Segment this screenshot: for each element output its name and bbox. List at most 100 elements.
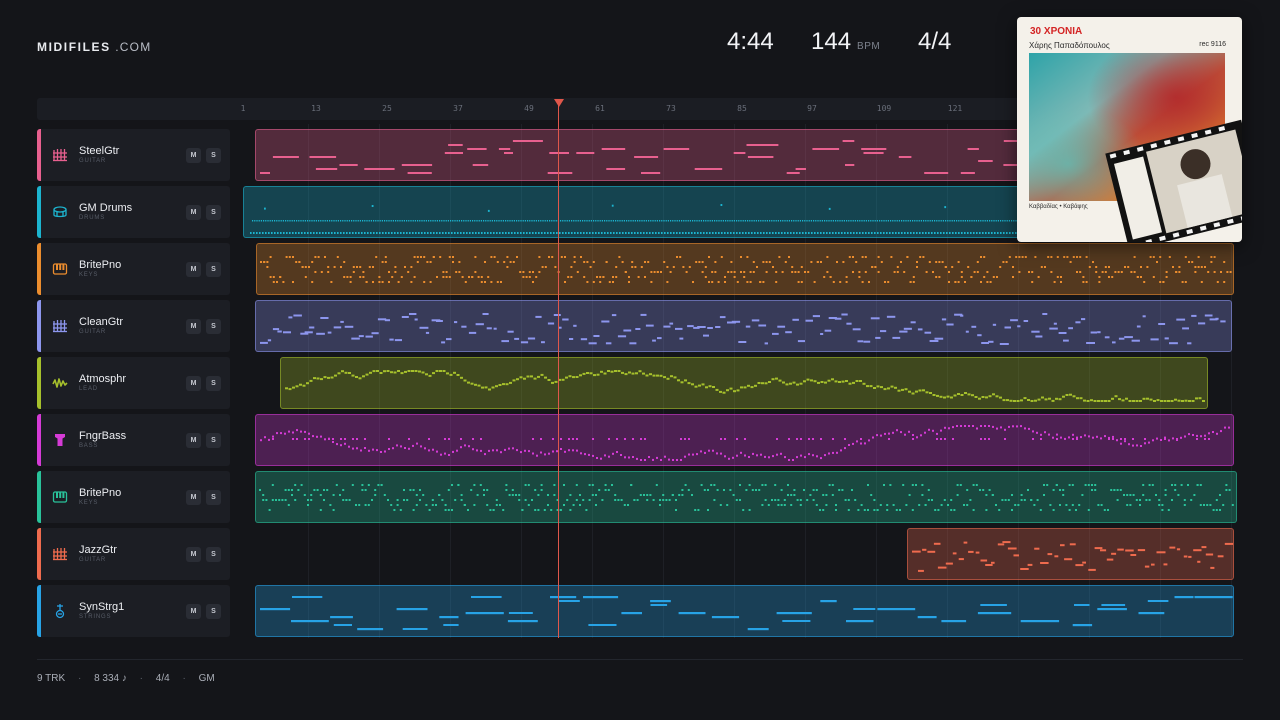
tempo-display: 144 BPM [811,28,880,56]
note-count: 8 334 ♪ [94,673,127,684]
mute-button[interactable]: M [186,148,201,163]
track-name: FngrBass [79,430,127,442]
solo-button[interactable]: S [206,490,221,505]
ruler-tick: 25 [382,104,392,113]
piano-keys-icon [52,489,68,505]
track-color-stripe [37,357,41,409]
drum-icon [52,204,68,220]
track-name: GM Drums [79,202,133,214]
track-header[interactable]: BritePno KEYS M S [37,243,230,295]
solo-button[interactable]: S [206,547,221,562]
track-name: Atmosphr [79,373,127,385]
guitar-grid-icon [52,318,68,334]
solo-button[interactable]: S [206,148,221,163]
ruler-tick: 85 [737,104,747,113]
footer-separator: · [139,673,144,684]
track-category: GUITAR [79,329,107,335]
mute-button[interactable]: M [186,604,201,619]
track-category: DRUMS [79,215,105,221]
mute-button[interactable]: M [186,319,201,334]
clip-notes [260,256,1232,283]
piano-keys-icon [52,261,68,277]
track-name: SteelGtr [79,145,120,157]
track-category: KEYS [79,500,99,506]
album-cover: 30 ΧΡΟΝΙΑ Χάρης Παπαδόπουλος rec 9116 Κα… [1017,17,1242,242]
solo-button[interactable]: S [206,376,221,391]
track-category: BASS [79,443,99,449]
mute-button[interactable]: M [186,490,201,505]
solo-button[interactable]: S [206,319,221,334]
mute-button[interactable]: M [186,376,201,391]
track-header[interactable]: BritePno KEYS M S [37,471,230,523]
brand-suffix: .COM [110,40,152,54]
mute-button[interactable]: M [186,205,201,220]
album-credits: Καββαδίας • Καβάφης [1029,204,1088,210]
track-color-stripe [37,471,41,523]
clip-notes [260,425,1230,461]
mute-button[interactable]: M [186,433,201,448]
midi-clip[interactable] [280,357,1208,409]
solo-button[interactable]: S [206,205,221,220]
track-category: STRINGS [79,614,112,620]
track-color-stripe [37,186,41,238]
ruler-tick: 73 [666,104,676,113]
album-catalog: rec 9116 [1199,41,1226,48]
track-color-stripe [37,129,41,181]
track-name: SynStrg1 [79,601,125,613]
midi-clip[interactable] [255,300,1232,352]
ruler-tick: 13 [311,104,321,113]
timeline-ruler[interactable]: 1 13 25 37 49 61 73 85 97 109 121 [37,98,1043,120]
playhead[interactable] [558,104,559,638]
guitar-grid-icon [52,147,68,163]
track-category: GUITAR [79,557,107,563]
waveform-icon [52,375,68,391]
status-footer: 9 TRK · 8 334 ♪ · 4/4 · GM [37,673,225,684]
song-duration: 4:44 [727,28,774,55]
ruler-tick: 37 [453,104,463,113]
midi-clip[interactable] [255,414,1234,466]
track-color-stripe [37,243,41,295]
midi-clip[interactable] [255,585,1234,637]
track-name: BritePno [79,487,122,499]
album-title: 30 ΧΡΟΝΙΑ [1030,26,1083,37]
track-header[interactable]: GM Drums DRUMS M S [37,186,230,238]
track-color-stripe [37,585,41,637]
track-header[interactable]: CleanGtr GUITAR M S [37,300,230,352]
midi-standard: GM [198,673,215,684]
footer-divider [37,659,1243,660]
footer-separator: · [182,673,186,684]
track-name: CleanGtr [79,316,124,328]
track-header[interactable]: JazzGtr GUITAR M S [37,528,230,580]
mute-button[interactable]: M [186,262,201,277]
clip-notes [285,370,1205,402]
playhead-handle[interactable] [554,99,564,107]
ruler-tick: 61 [595,104,605,113]
bass-icon [52,432,68,448]
ruler-tick: 1 [240,104,246,113]
track-header[interactable]: SynStrg1 STRINGS M S [37,585,230,637]
track-header[interactable]: Atmosphr LEAD M S [37,357,230,409]
track-header[interactable]: SteelGtr GUITAR M S [37,129,230,181]
clip-notes [260,596,1233,631]
clip-notes [260,313,1226,345]
solo-button[interactable]: S [206,604,221,619]
footer-meter: 4/4 [155,673,170,684]
midi-clip[interactable] [907,528,1234,580]
track-name: JazzGtr [79,544,117,556]
track-category: GUITAR [79,158,107,164]
midi-clip[interactable] [255,471,1237,523]
midi-clip[interactable] [256,243,1234,295]
footer-separator: · [77,673,82,684]
track-header[interactable]: FngrBass BASS M S [37,414,230,466]
album-artist: Χάρης Παπαδόπουλος [1029,41,1110,50]
ruler-tick: 109 [876,104,892,113]
brand-name: MIDIFILES [37,40,111,54]
ruler-tick: 49 [524,104,534,113]
brand-logo[interactable]: MIDIFILES .COM [37,40,151,54]
time-signature: 4/4 [918,28,952,55]
track-category: LEAD [79,386,98,392]
track-color-stripe [37,528,41,580]
solo-button[interactable]: S [206,262,221,277]
solo-button[interactable]: S [206,433,221,448]
mute-button[interactable]: M [186,547,201,562]
